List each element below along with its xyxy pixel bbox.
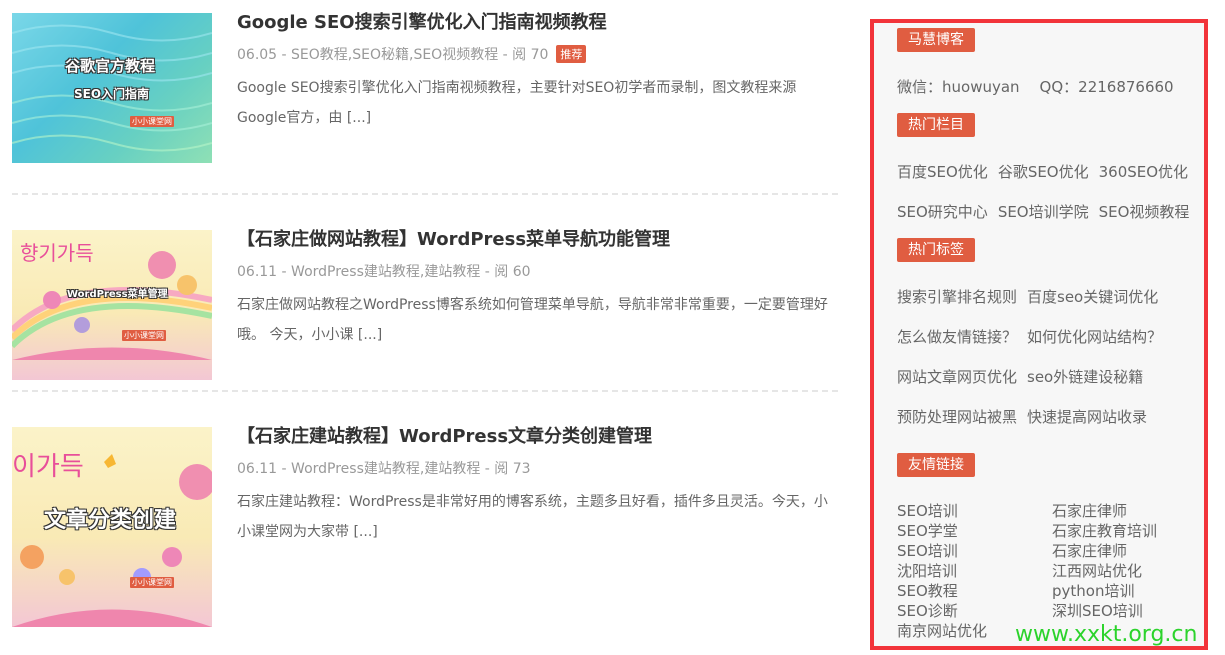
meta-separator: - xyxy=(480,264,495,280)
wechat-id: 微信：huowuyan xyxy=(897,78,1020,96)
friend-link[interactable]: 石家庄律师 xyxy=(1052,541,1127,561)
post-thumbnail[interactable]: 이가득 文章分类创建 小小课堂网 xyxy=(12,427,212,627)
hot-tag-link[interactable]: 搜索引擎排名规则 xyxy=(897,288,1017,306)
hot-columns-heading: 热门栏目 xyxy=(897,113,975,137)
hot-tags-row: 网站文章网页优化 seo外链建设秘籍 xyxy=(897,366,1153,387)
friend-link[interactable]: 深圳SEO培训 xyxy=(1052,601,1143,621)
friend-link[interactable]: SEO诊断 xyxy=(897,601,958,621)
post-views: 阅 70 xyxy=(512,47,549,63)
read-more-link[interactable]: [...] xyxy=(353,524,377,540)
hot-column-link[interactable]: SEO培训学院 xyxy=(998,203,1089,221)
friend-link[interactable]: 江西网站优化 xyxy=(1052,561,1142,581)
hot-tag-link[interactable]: seo外链建设秘籍 xyxy=(1027,368,1143,386)
hot-tag-link[interactable]: 快速提高网站收录 xyxy=(1027,408,1147,426)
post-categories[interactable]: WordPress建站教程,建站教程 xyxy=(291,461,480,477)
blogger-heading: 马慧博客 xyxy=(897,28,975,52)
hot-columns-row: SEO研究中心 SEO培训学院 SEO视频教程 xyxy=(897,201,1199,222)
hot-column-link[interactable]: SEO视频教程 xyxy=(1099,203,1190,221)
sidebar: 马慧博客 微信：huowuyan QQ：2216876660 热门栏目 百度SEO… xyxy=(870,19,1208,650)
post-thumbnail[interactable]: 향기가득 WordPress菜单管理 小小课堂网 xyxy=(12,230,212,380)
thumb-caption: 文章分类创建 xyxy=(44,508,177,533)
hot-column-link[interactable]: SEO研究中心 xyxy=(897,203,988,221)
friend-link[interactable]: SEO培训 xyxy=(897,541,958,561)
excerpt-text: 石家庄做网站教程之WordPress博客系统如何管理菜单导航，导航非常非常重要，… xyxy=(237,297,828,343)
post-title[interactable]: 【石家庄建站教程】WordPress文章分类创建管理 xyxy=(237,422,652,448)
hot-tag-link[interactable]: 怎么做友情链接？ xyxy=(897,328,1017,346)
post-excerpt: Google SEO搜索引擎优化入门指南视频教程，主要针对SEO初学者而录制，图… xyxy=(237,73,837,133)
meta-separator: - xyxy=(277,264,292,280)
friend-link[interactable]: python培训 xyxy=(1052,581,1134,601)
post-categories[interactable]: SEO教程,SEO秘籍,SEO视频教程 xyxy=(291,47,498,63)
recommend-badge: 推荐 xyxy=(556,45,587,63)
friend-link[interactable]: 沈阳培训 xyxy=(897,561,957,581)
friend-link[interactable]: SEO教程 xyxy=(897,581,958,601)
friend-link[interactable]: 石家庄教育培训 xyxy=(1052,521,1157,541)
hot-column-link[interactable]: 百度SEO优化 xyxy=(897,163,988,181)
excerpt-text: Google SEO搜索引擎优化入门指南视频教程，主要针对SEO初学者而录制，图… xyxy=(237,80,797,126)
post-views: 阅 73 xyxy=(494,461,531,477)
post-title[interactable]: Google SEO搜索引擎优化入门指南视频教程 xyxy=(237,8,607,34)
site-logo: 小小课堂网 xyxy=(122,330,166,341)
hot-tag-link[interactable]: 如何优化网站结构？ xyxy=(1027,328,1162,346)
post-excerpt: 石家庄建站教程：WordPress是非常好用的博客系统，主题多且好看，插件多且灵… xyxy=(237,487,837,547)
qq-number: QQ：2216876660 xyxy=(1039,78,1174,96)
friend-links-heading: 友情链接 xyxy=(897,453,975,477)
post-thumbnail[interactable]: 谷歌官方教程 SEO入门指南 小小课堂网 xyxy=(12,13,212,163)
read-more-link[interactable]: [...] xyxy=(358,327,382,343)
post-meta: 06.11 - WordPress建站教程,建站教程 - 阅 60 xyxy=(237,261,531,281)
friend-link[interactable]: SEO培训 xyxy=(897,501,958,521)
post-date: 06.05 xyxy=(237,47,278,63)
site-logo: 小小课堂网 xyxy=(130,577,174,588)
hot-tags-row: 预防处理网站被黑 快速提高网站收录 xyxy=(897,406,1157,427)
hot-tag-link[interactable]: 预防处理网站被黑 xyxy=(897,408,1017,426)
post-divider xyxy=(12,193,838,195)
post-meta: 06.05 - SEO教程,SEO秘籍,SEO视频教程 - 阅 70 推荐 xyxy=(237,44,587,64)
post-meta: 06.11 - WordPress建站教程,建站教程 - 阅 73 xyxy=(237,458,531,478)
svg-text:향기가득: 향기가득 xyxy=(20,241,94,265)
svg-text:이가득: 이가득 xyxy=(12,452,84,482)
hot-tag-link[interactable]: 百度seo关键词优化 xyxy=(1027,288,1158,306)
meta-separator: - xyxy=(498,47,513,63)
post-categories[interactable]: WordPress建站教程,建站教程 xyxy=(291,264,480,280)
site-watermark: www.xxkt.org.cn xyxy=(1015,622,1198,647)
hot-tag-link[interactable]: 网站文章网页优化 xyxy=(897,368,1017,386)
post-date: 06.11 xyxy=(237,461,278,477)
thumb-caption: 谷歌官方教程 xyxy=(65,57,156,75)
meta-separator: - xyxy=(480,461,495,477)
hot-tags-heading: 热门标签 xyxy=(897,238,975,262)
excerpt-text: 石家庄建站教程：WordPress是非常好用的博客系统，主题多且好看，插件多且灵… xyxy=(237,494,828,540)
contact-info: 微信：huowuyan QQ：2216876660 xyxy=(897,76,1194,97)
hot-columns-row: 百度SEO优化 谷歌SEO优化 360SEO优化 xyxy=(897,161,1198,182)
friend-link[interactable]: 石家庄律师 xyxy=(1052,501,1127,521)
hot-column-link[interactable]: 谷歌SEO优化 xyxy=(998,163,1089,181)
site-logo: 小小课堂网 xyxy=(130,116,174,127)
post-date: 06.11 xyxy=(237,264,278,280)
hot-tags-row: 搜索引擎排名规则 百度seo关键词优化 xyxy=(897,286,1168,307)
read-more-link[interactable]: [...] xyxy=(347,110,371,126)
hot-tags-row: 怎么做友情链接？ 如何优化网站结构？ xyxy=(897,326,1172,347)
friend-link[interactable]: 南京网站优化 xyxy=(897,621,987,641)
post-views: 阅 60 xyxy=(494,264,531,280)
thumb-caption: SEO入门指南 xyxy=(74,87,150,101)
post-divider xyxy=(12,390,838,392)
meta-separator: - xyxy=(277,47,292,63)
friend-link[interactable]: SEO学堂 xyxy=(897,521,958,541)
post-title[interactable]: 【石家庄做网站教程】WordPress菜单导航功能管理 xyxy=(237,225,670,251)
hot-column-link[interactable]: 360SEO优化 xyxy=(1099,163,1188,181)
post-excerpt: 石家庄做网站教程之WordPress博客系统如何管理菜单导航，导航非常非常重要，… xyxy=(237,290,837,350)
meta-separator: - xyxy=(277,461,292,477)
thumb-caption: WordPress菜单管理 xyxy=(67,289,168,300)
